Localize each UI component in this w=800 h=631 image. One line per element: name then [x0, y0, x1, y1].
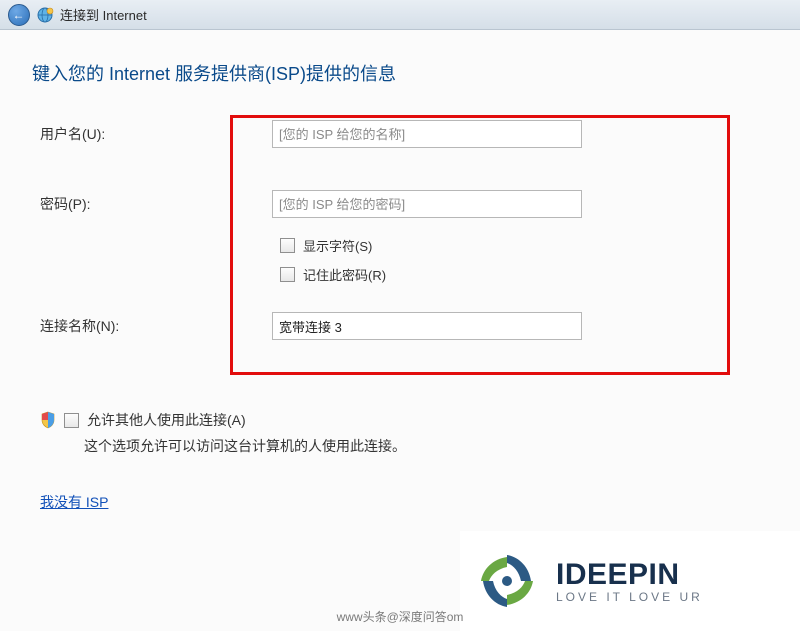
no-isp-link[interactable]: 我没有 ISP	[40, 492, 108, 512]
source-watermark: www头条@深度问答om	[337, 608, 464, 625]
window-title: 连接到 Internet	[60, 5, 147, 24]
page-heading: 键入您的 Internet 服务提供商(ISP)提供的信息	[32, 60, 772, 86]
brand-name: IDEEPIN	[556, 558, 703, 592]
brand-subtitle: LOVE IT LOVE UR	[556, 590, 703, 604]
internet-icon	[36, 6, 54, 24]
shield-icon	[40, 411, 56, 429]
allow-others-label: 允许其他人使用此连接(A)	[87, 410, 246, 430]
back-button[interactable]: ←	[8, 4, 30, 26]
lower-section: 允许其他人使用此连接(A) 这个选项允许可以访问这台计算机的人使用此连接。 我没…	[32, 410, 772, 512]
remember-password-label: 记住此密码(R)	[303, 265, 386, 284]
username-input[interactable]	[272, 120, 582, 148]
brand-watermark: IDEEPIN LOVE IT LOVE UR	[460, 531, 800, 631]
form-area: 用户名(U): 密码(P): 显示字符(S) 记住此密码(R) 连接名称(N):	[32, 114, 772, 350]
titlebar: ← 连接到 Internet	[0, 0, 800, 30]
username-label: 用户名(U):	[32, 124, 272, 144]
remember-password-checkbox[interactable]	[280, 267, 295, 282]
window-body: 键入您的 Internet 服务提供商(ISP)提供的信息 用户名(U): 密码…	[0, 30, 800, 631]
connection-name-label: 连接名称(N):	[32, 316, 272, 336]
ideepin-logo-icon	[472, 546, 542, 616]
allow-others-checkbox[interactable]	[64, 413, 79, 428]
password-input[interactable]	[272, 190, 582, 218]
password-label: 密码(P):	[32, 194, 272, 214]
show-characters-label: 显示字符(S)	[303, 236, 372, 255]
connection-name-input[interactable]	[272, 312, 582, 340]
back-arrow-icon: ←	[13, 9, 25, 21]
show-characters-checkbox[interactable]	[280, 238, 295, 253]
allow-others-description: 这个选项允许可以访问这台计算机的人使用此连接。	[84, 436, 772, 456]
